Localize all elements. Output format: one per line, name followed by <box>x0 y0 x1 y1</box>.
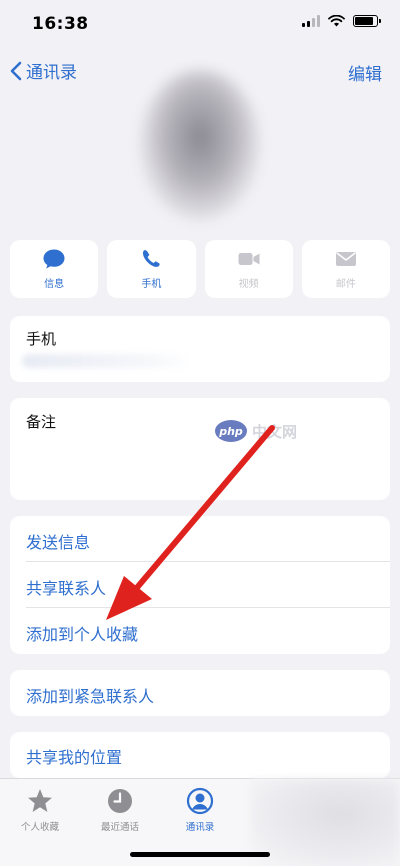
tab-contacts-label: 通讯录 <box>185 822 215 833</box>
clock-icon <box>108 789 132 813</box>
back-button[interactable]: 通讯录 <box>8 58 77 83</box>
share-my-location-item[interactable]: 共享我的位置 <box>26 744 122 768</box>
mail-icon <box>335 252 356 266</box>
call-action-button[interactable]: 手机 <box>107 240 196 298</box>
mail-action-button[interactable]: 邮件 <box>301 240 390 298</box>
status-bar: 16:38 <box>0 0 400 48</box>
tab-favorites[interactable]: 个人收藏 <box>0 787 80 833</box>
add-to-favorites-item[interactable]: 添加到个人收藏 <box>26 621 138 645</box>
tab-contacts[interactable]: 通讯录 <box>160 787 240 833</box>
watermark-logo: php <box>215 420 247 442</box>
notes-card[interactable]: 备注 <box>10 398 390 500</box>
back-label: 通讯录 <box>26 63 77 83</box>
home-indicator <box>130 852 270 857</box>
mail-action-label: 邮件 <box>335 279 356 290</box>
phone-icon <box>143 250 160 267</box>
person-circle-icon <box>186 787 214 815</box>
battery-level <box>355 17 373 25</box>
notes-label: 备注 <box>26 413 57 431</box>
contact-actions-list: 发送信息 共享联系人 添加到个人收藏 <box>10 516 390 654</box>
share-location-card: 共享我的位置 <box>10 732 390 778</box>
add-to-emergency-contacts-item[interactable]: 添加到紧急联系人 <box>26 683 154 707</box>
cellular-signal-icon <box>302 15 320 27</box>
phone-number-value <box>22 354 192 368</box>
star-icon <box>28 789 52 812</box>
quick-actions: 信息 手机 视频 邮件 <box>10 240 390 298</box>
call-action-label: 手机 <box>141 279 162 290</box>
message-action-label: 信息 <box>44 279 65 290</box>
message-action-button[interactable]: 信息 <box>10 240 99 298</box>
status-time: 16:38 <box>32 14 89 34</box>
message-bubble-icon <box>43 249 65 269</box>
contact-avatar <box>140 70 260 220</box>
battery-icon <box>353 15 381 27</box>
divider <box>26 607 390 608</box>
emergency-contact-card: 添加到紧急联系人 <box>10 670 390 716</box>
video-icon <box>238 253 260 265</box>
blurred-tabs-area <box>250 779 400 866</box>
wifi-icon <box>328 15 345 27</box>
send-message-item[interactable]: 发送信息 <box>26 529 90 553</box>
divider <box>26 561 390 562</box>
share-contact-item[interactable]: 共享联系人 <box>26 575 106 599</box>
watermark-text: 中文网 <box>252 422 298 441</box>
watermark: php 中文网 <box>215 420 297 442</box>
phone-label: 手机 <box>26 330 57 348</box>
edit-button[interactable]: 编辑 <box>348 60 382 85</box>
chevron-left-icon <box>10 61 22 80</box>
tab-favorites-label: 个人收藏 <box>20 822 59 833</box>
tab-recents[interactable]: 最近通话 <box>80 787 160 833</box>
status-icons <box>302 15 381 27</box>
phone-number-card[interactable]: 手机 <box>10 316 390 382</box>
tab-recents-label: 最近通话 <box>100 822 139 833</box>
video-action-label: 视频 <box>238 279 259 290</box>
video-action-button[interactable]: 视频 <box>204 240 293 298</box>
